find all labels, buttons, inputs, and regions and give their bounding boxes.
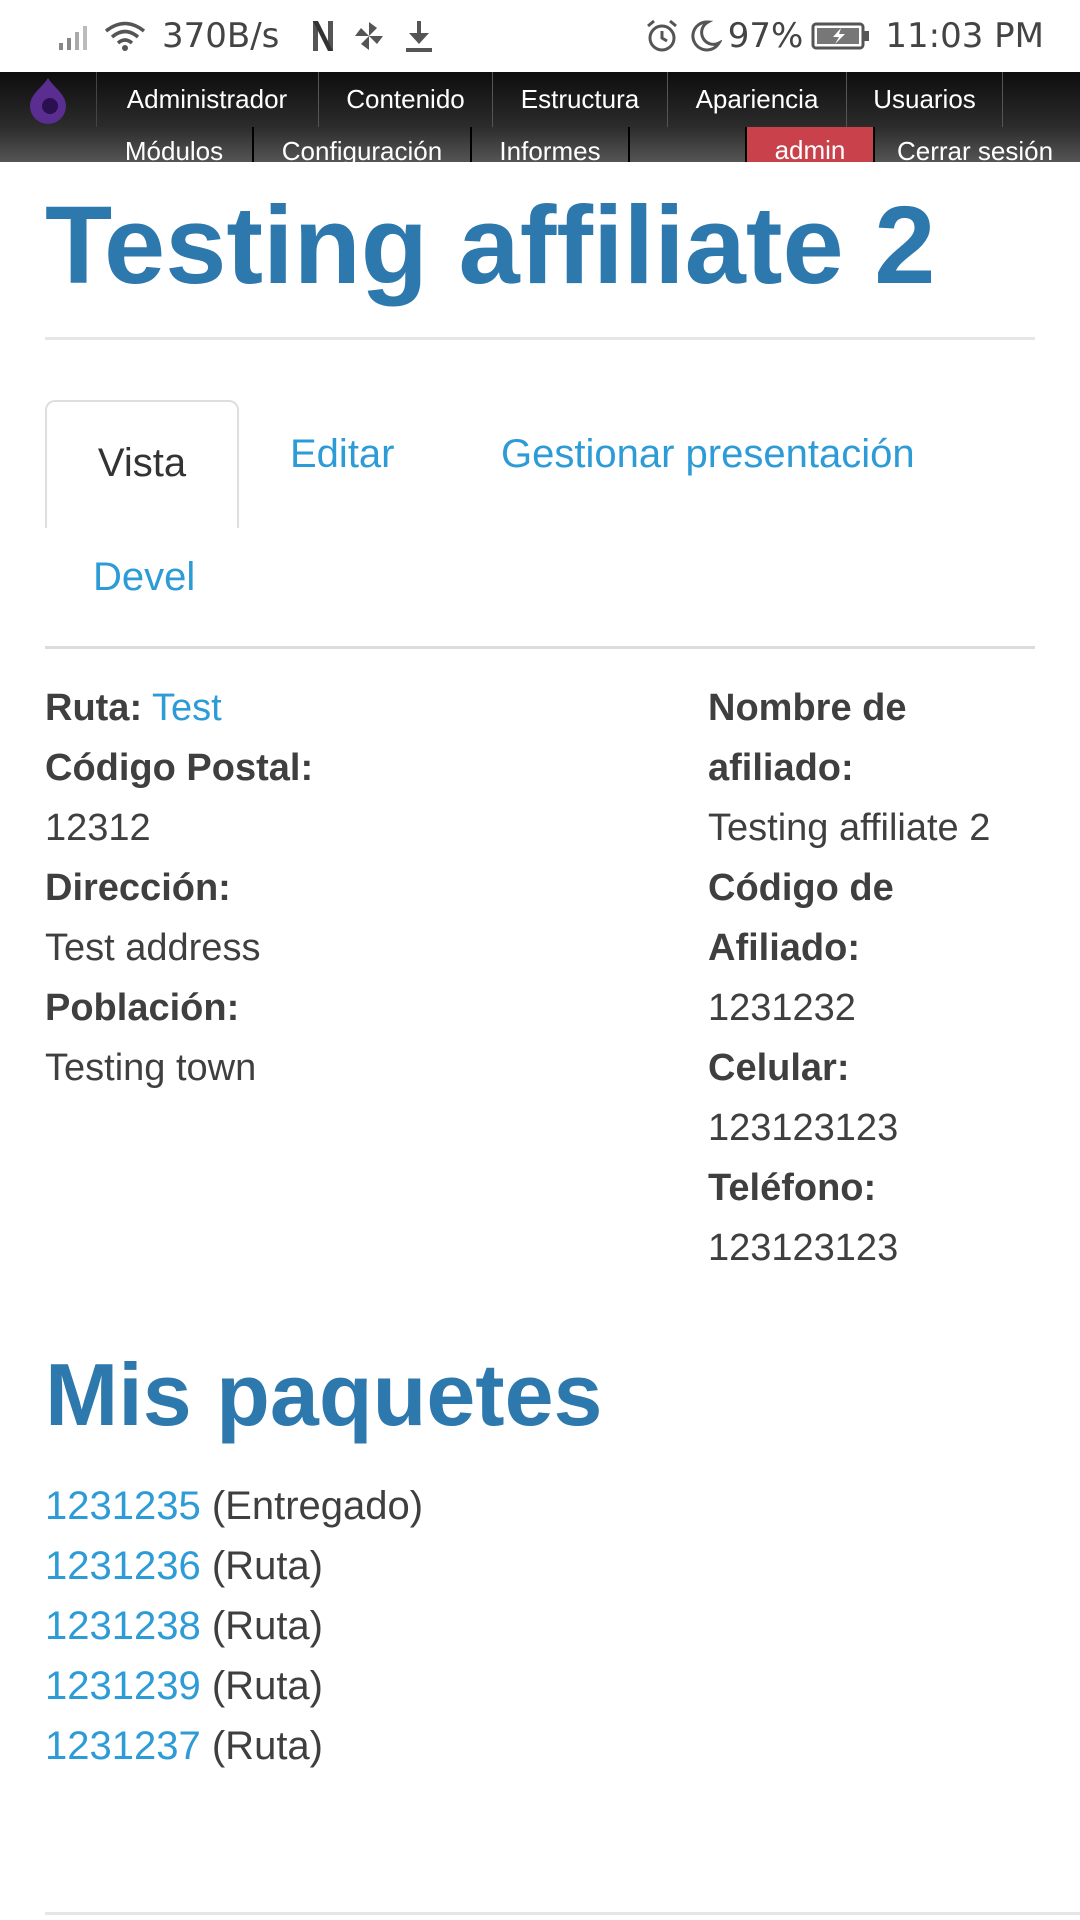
- tab-gestionar-presentacion[interactable]: Gestionar presentación: [501, 432, 915, 477]
- footer-divider: [45, 1912, 1080, 1915]
- package-status: (Ruta): [211, 1664, 323, 1708]
- packages-title: Mis paquetes: [45, 1345, 603, 1444]
- package-link[interactable]: 1231239: [45, 1664, 201, 1708]
- affiliate-code-value: 1231232: [708, 987, 856, 1029]
- affiliate-name-label: Nombre de: [708, 687, 907, 729]
- status-bar: 370B/s 97% 11:03 PM: [0, 0, 1080, 72]
- toolbar-item-informes[interactable]: Informes: [472, 127, 628, 162]
- signal-icon: [58, 21, 94, 51]
- toolbar-item-logout[interactable]: Cerrar sesión: [873, 127, 1080, 162]
- pinwheel-icon: [353, 20, 385, 52]
- battery-charging-icon: [811, 21, 871, 51]
- toolbar-item-usuarios[interactable]: Usuarios: [847, 72, 1002, 127]
- tabs-divider: [45, 646, 1035, 649]
- toolbar-divider: [1002, 72, 1003, 127]
- package-status: (Ruta): [211, 1604, 323, 1648]
- package-status: (Ruta): [211, 1724, 323, 1768]
- toolbar-item-apariencia[interactable]: Apariencia: [668, 72, 846, 127]
- alarm-icon: [644, 18, 680, 54]
- route-label: Ruta:: [45, 687, 143, 729]
- list-item: 1231236 (Ruta): [45, 1536, 423, 1596]
- toolbar-item-configuracion[interactable]: Configuración: [254, 127, 470, 162]
- admin-toolbar: Administrador Contenido Estructura Apari…: [0, 72, 1080, 162]
- toolbar-item-contenido[interactable]: Contenido: [319, 72, 492, 127]
- address-value: Test address: [45, 927, 261, 969]
- cell-label: Celular:: [708, 1047, 850, 1089]
- affiliate-code-label-cont: Afiliado:: [708, 927, 860, 969]
- network-speed: 370B/s: [162, 16, 280, 56]
- tab-devel[interactable]: Devel: [93, 555, 195, 600]
- toolbar-item-modulos[interactable]: Módulos: [96, 127, 252, 162]
- title-divider: [45, 337, 1035, 340]
- town-value: Testing town: [45, 1047, 257, 1089]
- route-link[interactable]: Test: [152, 687, 222, 729]
- phone-label: Teléfono:: [708, 1167, 877, 1209]
- package-status: (Ruta): [211, 1544, 323, 1588]
- package-status: (Entregado): [211, 1484, 424, 1528]
- package-link[interactable]: 1231238: [45, 1604, 201, 1648]
- package-link[interactable]: 1231235: [45, 1484, 201, 1528]
- toolbar-item-administrador[interactable]: Administrador: [96, 72, 318, 127]
- postal-code-label: Código Postal:: [45, 747, 314, 789]
- toolbar-user-admin[interactable]: admin: [745, 127, 875, 162]
- list-item: 1231235 (Entregado): [45, 1476, 423, 1536]
- town-label: Población:: [45, 987, 240, 1029]
- package-link[interactable]: 1231237: [45, 1724, 201, 1768]
- toolbar-item-estructura[interactable]: Estructura: [493, 72, 667, 127]
- packages-list: 1231235 (Entregado) 1231236 (Ruta) 12312…: [45, 1476, 423, 1776]
- page-title: Testing affiliate 2: [45, 184, 936, 307]
- cell-value: 123123123: [708, 1107, 899, 1149]
- postal-code-value: 12312: [45, 807, 151, 849]
- list-item: 1231238 (Ruta): [45, 1596, 423, 1656]
- list-item: 1231237 (Ruta): [45, 1716, 423, 1776]
- package-link[interactable]: 1231236: [45, 1544, 201, 1588]
- toolbar-divider: [628, 127, 630, 162]
- download-icon: [403, 19, 435, 53]
- list-item: 1231239 (Ruta): [45, 1656, 423, 1716]
- tab-editar[interactable]: Editar: [290, 432, 395, 477]
- clock: 11:03 PM: [885, 16, 1044, 56]
- affiliate-code-label: Código de: [708, 867, 894, 909]
- route-field: Ruta: Test: [45, 678, 222, 738]
- affiliate-name-value: Testing affiliate 2: [708, 807, 991, 849]
- moon-icon: [688, 19, 722, 53]
- wifi-icon: [104, 20, 146, 52]
- netflix-icon: [311, 19, 335, 53]
- tab-vista[interactable]: Vista: [45, 400, 239, 528]
- phone-value: 123123123: [708, 1227, 899, 1269]
- affiliate-name-label-cont: afiliado:: [708, 747, 854, 789]
- drupal-logo-icon[interactable]: [0, 72, 97, 127]
- battery-percent: 97%: [727, 16, 804, 56]
- address-label: Dirección:: [45, 867, 231, 909]
